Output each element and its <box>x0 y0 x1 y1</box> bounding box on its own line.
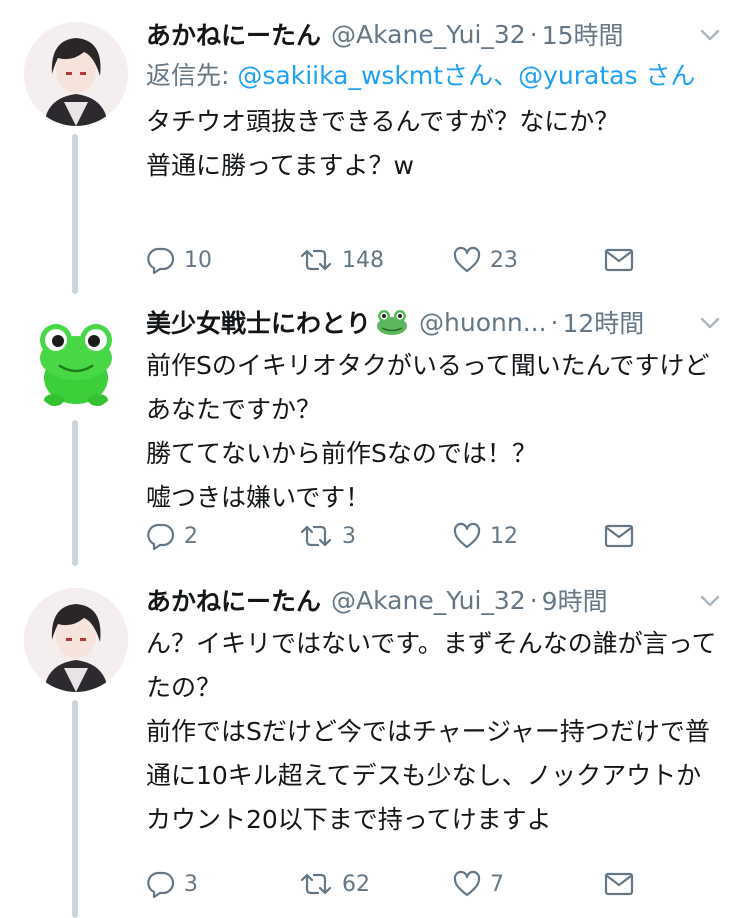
avatar[interactable] <box>24 308 128 412</box>
reply-button[interactable]: 10 <box>146 240 212 280</box>
timestamp[interactable]: 12時間 <box>562 304 644 340</box>
direct-message-button[interactable] <box>604 240 634 280</box>
like-icon <box>453 246 481 273</box>
like-count: 7 <box>490 871 504 897</box>
like-button[interactable]: 12 <box>452 516 518 556</box>
retweet-icon <box>300 249 332 271</box>
tweet-actions: 10 148 23 <box>146 240 646 280</box>
retweet-icon <box>300 525 332 547</box>
like-icon <box>453 522 481 549</box>
reply-icon <box>147 871 175 899</box>
separator: · <box>529 585 538 615</box>
thread-line <box>72 134 78 294</box>
tweet[interactable]: あかねにーたん @Akane_Yui_32 · 9時間 ん？イキリではないです。… <box>0 566 749 918</box>
dm-icon <box>604 872 634 896</box>
dm-icon <box>604 524 634 548</box>
reply-prefix: 返信先: <box>146 61 238 90</box>
retweet-count: 3 <box>342 523 356 549</box>
like-button[interactable]: 7 <box>452 864 504 904</box>
reply-separator: 、 <box>493 61 519 90</box>
retweet-button[interactable]: 3 <box>298 516 356 556</box>
tweet[interactable]: 美少女戦士にわとり @huonn... · 12時間 前作Sのイキリオタクがいる… <box>0 294 749 566</box>
reply-count: 2 <box>184 523 198 549</box>
like-button[interactable]: 23 <box>452 240 518 280</box>
chevron-down-icon[interactable] <box>699 590 721 612</box>
tweet-header: あかねにーたん @Akane_Yui_32 · 9時間 <box>146 580 725 620</box>
reply-button[interactable]: 3 <box>146 864 198 904</box>
timestamp[interactable]: 15時間 <box>542 16 624 52</box>
reply-user-link[interactable]: @yuratas さん <box>518 61 695 90</box>
retweet-button[interactable]: 62 <box>298 864 370 904</box>
retweet-count: 62 <box>342 871 370 897</box>
user-handle[interactable]: @huonn... <box>419 308 547 337</box>
timestamp[interactable]: 9時間 <box>542 582 608 618</box>
chevron-down-icon[interactable] <box>699 24 721 46</box>
tweet-header: 美少女戦士にわとり @huonn... · 12時間 <box>146 302 725 342</box>
tweet-actions: 3 62 7 <box>146 864 646 904</box>
retweet-count: 148 <box>342 247 384 273</box>
retweet-button[interactable]: 148 <box>298 240 384 280</box>
reply-context: 返信先: @sakiika_wskmtさん、@yuratas さん <box>146 54 725 98</box>
reply-count: 10 <box>184 247 212 273</box>
tweet-text: 前作Sのイキリオタクがいるって聞いたんですけどあなたですか？ 勝ててないから前作… <box>146 351 710 512</box>
thread-line <box>72 700 78 918</box>
frog-emoji-icon <box>377 310 408 335</box>
avatar[interactable] <box>24 588 128 692</box>
retweet-icon <box>300 873 332 895</box>
tweet-header: あかねにーたん @Akane_Yui_32 · 15時間 <box>146 14 725 54</box>
chevron-down-icon[interactable] <box>699 312 721 334</box>
user-handle[interactable]: @Akane_Yui_32 <box>331 20 526 49</box>
reply-icon <box>147 523 175 551</box>
like-count: 12 <box>490 523 518 549</box>
direct-message-button[interactable] <box>604 864 634 904</box>
tweet-text: ん？イキリではないです。まずそんなの誰が言ってたの？ 前作ではSだけど今ではチャ… <box>146 629 717 834</box>
dm-icon <box>604 248 634 272</box>
separator: · <box>550 307 559 337</box>
avatar[interactable] <box>24 22 128 126</box>
thread-line <box>72 420 78 566</box>
separator: · <box>529 19 538 49</box>
reply-user-link[interactable]: @sakiika_wskmtさん <box>237 61 493 90</box>
like-count: 23 <box>490 247 518 273</box>
direct-message-button[interactable] <box>604 516 634 556</box>
reply-button[interactable]: 2 <box>146 516 198 556</box>
display-name[interactable]: 美少女戦士にわとり <box>146 304 371 340</box>
reply-count: 3 <box>184 871 198 897</box>
user-handle[interactable]: @Akane_Yui_32 <box>331 586 526 615</box>
tweet[interactable]: あかねにーたん @Akane_Yui_32 · 15時間 返信先: @sakii… <box>0 0 749 294</box>
display-name[interactable]: あかねにーたん <box>146 16 321 52</box>
display-name[interactable]: あかねにーたん <box>146 582 321 618</box>
like-icon <box>453 870 481 897</box>
tweet-text: タチウオ頭抜きできるんですが？なにか？ 普通に勝ってますよ？w <box>146 107 620 180</box>
reply-icon <box>147 247 175 275</box>
tweet-actions: 2 3 12 <box>146 516 646 556</box>
